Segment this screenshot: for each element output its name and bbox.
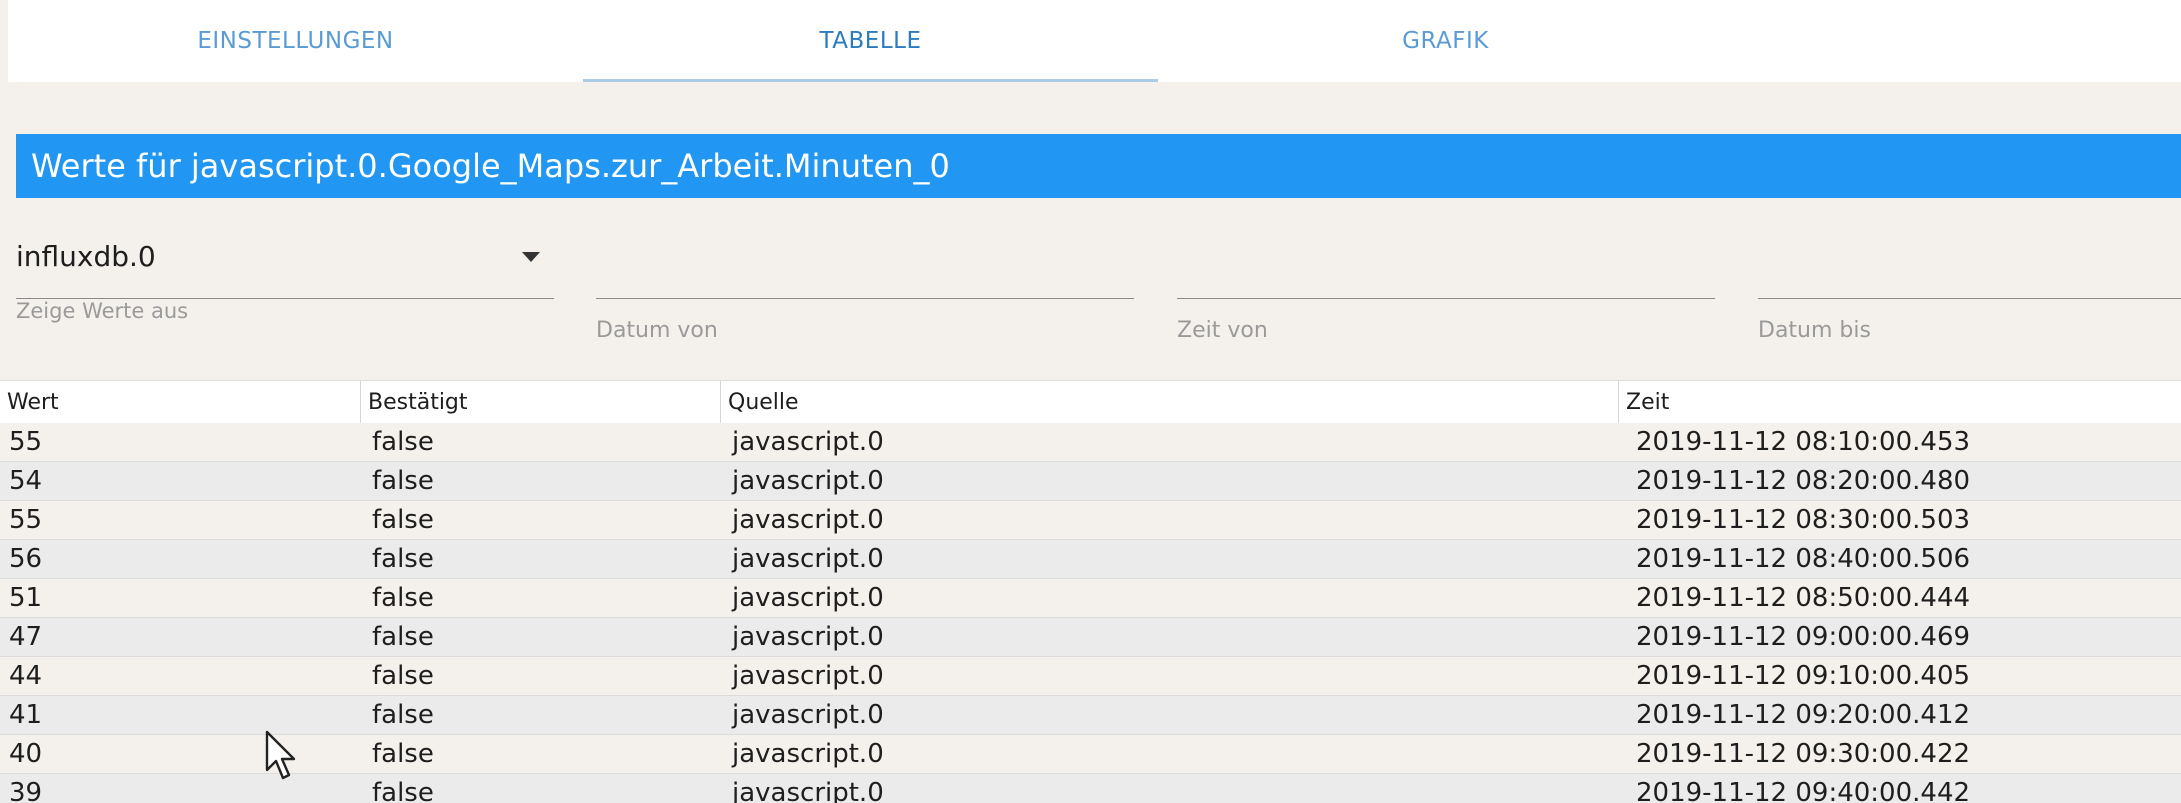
table-row[interactable]: 51 false javascript.0 2019-11-12 08:50:00.4… [0,579,2181,618]
cell-acknowledged: false [372,544,434,574]
instance-select-value: influxdb.0 [16,240,156,273]
cell-time: 2019-11-12 09:40:00.442 [1636,778,1971,803]
cell-value: 44 [9,661,43,691]
page-title: Werte für javascript.0.Google_Maps.zur_A… [16,134,2181,198]
cell-source: javascript.0 [732,505,884,535]
time-from-label: Zeit von [1177,318,1268,343]
table-row[interactable]: 47 false javascript.0 2019-11-12 09:00:00.4… [0,618,2181,657]
cell-acknowledged: false [372,661,434,691]
cell-value: 55 [9,427,43,457]
cell-acknowledged: false [372,700,434,730]
cell-time: 2019-11-12 08:40:00.506 [1636,544,1971,574]
cell-source: javascript.0 [732,427,884,457]
column-header-time[interactable]: Zeit [1618,381,2181,423]
date-to-label: Datum bis [1758,318,1871,343]
instance-helper-text: Zeige Werte aus [16,299,189,323]
date-from-field[interactable] [596,230,1134,299]
table-row[interactable]: 55 false javascript.0 2019-11-12 08:10:00.4… [0,423,2181,462]
cell-source: javascript.0 [732,583,884,613]
cell-acknowledged: false [372,739,434,769]
column-header-value[interactable]: Wert [0,381,360,423]
date-to-field[interactable] [1758,230,2181,299]
cell-time: 2019-11-12 09:00:00.469 [1636,622,1971,652]
cell-value: 51 [9,583,43,613]
cell-value: 40 [9,739,43,769]
column-header-acknowledged[interactable]: Bestätigt [360,381,720,423]
table-row[interactable]: 55 false javascript.0 2019-11-12 08:30:00.5… [0,501,2181,540]
cell-source: javascript.0 [732,778,884,803]
cell-source: javascript.0 [732,739,884,769]
cell-value: 54 [9,466,43,496]
cell-acknowledged: false [372,505,434,535]
cell-value: 41 [9,700,43,730]
time-from-field[interactable] [1177,230,1715,299]
cell-source: javascript.0 [732,661,884,691]
cell-acknowledged: false [372,427,434,457]
cell-acknowledged: false [372,622,434,652]
tab-table[interactable]: TABELLE [583,0,1158,82]
tab-bar: EINSTELLUNGEN TABELLE GRAFIK [8,0,2181,82]
column-header-source[interactable]: Quelle [720,381,1618,423]
cell-source: javascript.0 [732,622,884,652]
cell-time: 2019-11-12 08:20:00.480 [1636,466,1971,496]
mouse-pointer-icon [265,730,296,780]
table-row[interactable]: 41 false javascript.0 2019-11-12 09:20:00.4… [0,696,2181,735]
cell-value: 56 [9,544,43,574]
caret-down-icon[interactable] [522,252,540,262]
table-body: 55 false javascript.0 2019-11-12 08:10:00.4… [0,423,2181,803]
cell-value: 47 [9,622,43,652]
cell-source: javascript.0 [732,544,884,574]
tab-chart[interactable]: GRAFIK [1158,0,1733,82]
cell-time: 2019-11-12 09:20:00.412 [1636,700,1971,730]
cell-time: 2019-11-12 08:50:00.444 [1636,583,1971,613]
cell-value: 39 [9,778,43,803]
cell-time: 2019-11-12 09:10:00.405 [1636,661,1971,691]
table-row[interactable]: 56 false javascript.0 2019-11-12 08:40:00.5… [0,540,2181,579]
instance-select[interactable]: influxdb.0 [16,230,554,299]
cell-time: 2019-11-12 08:30:00.503 [1636,505,1971,535]
cell-time: 2019-11-12 08:10:00.453 [1636,427,1971,457]
cell-acknowledged: false [372,466,434,496]
cell-source: javascript.0 [732,466,884,496]
cell-acknowledged: false [372,583,434,613]
cell-acknowledged: false [372,778,434,803]
table-row[interactable]: 44 false javascript.0 2019-11-12 09:10:00.4… [0,657,2181,696]
date-from-label: Datum von [596,318,718,343]
tab-settings[interactable]: EINSTELLUNGEN [8,0,583,82]
cell-value: 55 [9,505,43,535]
table-header: Wert Bestätigt Quelle Zeit [0,380,2181,424]
cell-source: javascript.0 [732,700,884,730]
table-row[interactable]: 39 false javascript.0 2019-11-12 09:40:00.4… [0,774,2181,803]
table-row[interactable]: 54 false javascript.0 2019-11-12 08:20:00.4… [0,462,2181,501]
table-row[interactable]: 40 false javascript.0 2019-11-12 09:30:00.4… [0,735,2181,774]
cell-time: 2019-11-12 09:30:00.422 [1636,739,1971,769]
